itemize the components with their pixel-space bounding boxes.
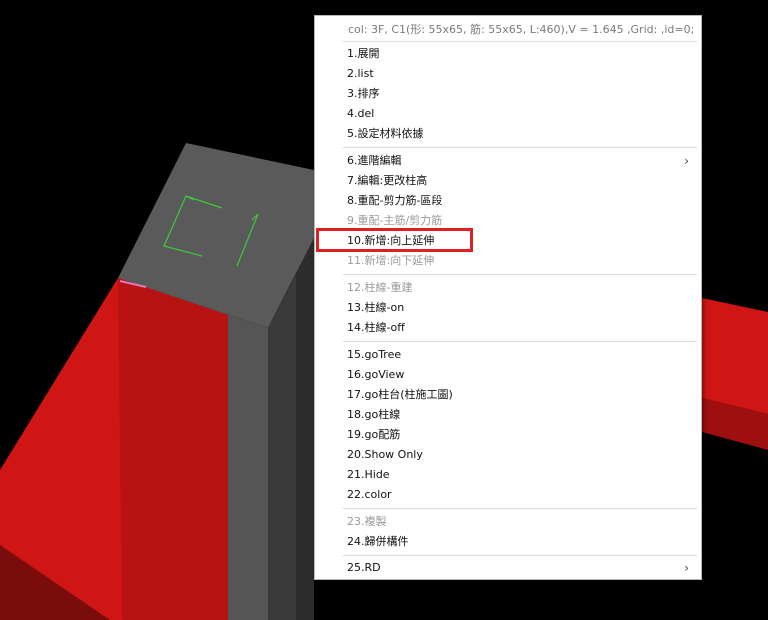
menu-item-copy: 23.複製	[347, 515, 387, 528]
red-beam-right-far[interactable]	[702, 298, 768, 414]
menu-item-delete[interactable]: 4.del	[347, 104, 693, 124]
menu-item-rearrange-shear-section[interactable]: 8.重配-剪力筋-區段	[347, 191, 693, 211]
menu-separator	[343, 341, 697, 342]
menu-item-hide[interactable]: 21.Hide	[347, 465, 693, 485]
menu-item-go-tree[interactable]: 15.goTree	[347, 345, 693, 365]
menu-item-column-line-rebuild: 12.柱線-重建	[347, 281, 413, 294]
menu-item-expand[interactable]: 1.展開	[347, 44, 693, 64]
menu-separator	[343, 508, 697, 509]
menu-item-color[interactable]: 22.color	[347, 485, 693, 505]
context-menu: col: 3F, C1(形: 55x65, 筋: 55x65, L:460),V…	[314, 15, 702, 580]
highlight-box	[316, 228, 473, 252]
menu-item-show-only[interactable]: 20.Show Only	[347, 445, 693, 465]
menu-item-list[interactable]: 2.list	[347, 64, 693, 84]
menu-item-go-rebar[interactable]: 19.go配筋	[347, 425, 693, 445]
menu-item-go-view[interactable]: 16.goView	[347, 365, 693, 385]
menu-item-extend-down: 11.新增:向下延伸	[347, 254, 435, 267]
menu-item-column-line-on[interactable]: 13.柱線-on	[347, 298, 693, 318]
menu-header: col: 3F, C1(形: 55x65, 筋: 55x65, L:460),V…	[348, 23, 695, 36]
menu-item-advanced-edit[interactable]: 6.進階編輯 ›	[347, 151, 693, 171]
menu-item-go-column-base[interactable]: 17.go柱台(柱施工圖)	[347, 385, 693, 405]
menu-separator	[343, 41, 697, 42]
menu-item-sort[interactable]: 3.排序	[347, 84, 693, 104]
chevron-right-icon: ›	[684, 154, 689, 168]
menu-separator	[343, 555, 697, 556]
menu-item-column-line-off[interactable]: 14.柱線-off	[347, 318, 693, 338]
menu-item-rd[interactable]: 25.RD ›	[347, 558, 693, 578]
menu-separator	[343, 147, 697, 148]
menu-item-material-basis[interactable]: 5.設定材料依據	[347, 124, 693, 144]
menu-item-go-column-line[interactable]: 18.go柱線	[347, 405, 693, 425]
chevron-right-icon: ›	[684, 561, 689, 575]
menu-separator	[343, 274, 697, 275]
menu-item-edit-column-height[interactable]: 7.編輯:更改柱高	[347, 171, 693, 191]
menu-item-merge-members[interactable]: 24.歸併構件	[347, 532, 693, 552]
